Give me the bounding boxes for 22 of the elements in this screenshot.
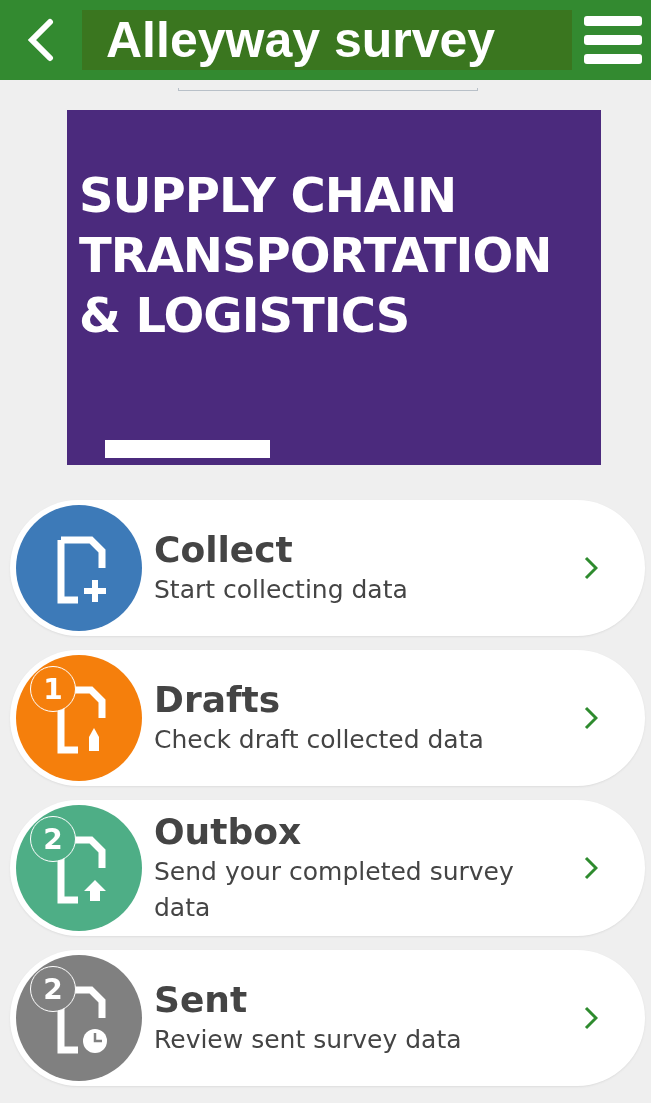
menu-title: Outbox	[154, 810, 303, 854]
menu-subtitle: Start collecting data	[154, 574, 409, 606]
menu-icon[interactable]	[584, 16, 642, 64]
chevron-icon	[584, 706, 598, 730]
menu-title: Drafts	[154, 678, 282, 722]
chevron-icon	[584, 856, 598, 880]
banner-text: SUPPLY CHAIN	[79, 166, 458, 225]
menu-subtitle: Check draft collected data	[154, 724, 485, 756]
menu-card[interactable]: 2 Sent Review sent survey data	[10, 950, 645, 1086]
menu-title: Sent	[154, 978, 249, 1022]
menu-subtitle: Review sent survey data	[154, 1024, 463, 1056]
menu-title: Collect	[154, 528, 294, 572]
menu-subtitle: Send your completed survey data	[154, 856, 515, 924]
menu-card[interactable]: Collect Start collecting data	[10, 500, 645, 636]
chevron-icon	[584, 1006, 598, 1030]
chevron-icon	[584, 556, 598, 580]
menu-card[interactable]: 1 Drafts Check draft collected data	[10, 650, 645, 786]
back-icon[interactable]	[26, 18, 56, 62]
app-title: Alleyway survey	[82, 10, 572, 70]
banner-text: & LOGISTICS	[79, 286, 411, 345]
banner-text: TRANSPORTATION	[79, 226, 553, 285]
menu-card[interactable]: 2 Outbox Send your completed survey data	[10, 800, 645, 936]
